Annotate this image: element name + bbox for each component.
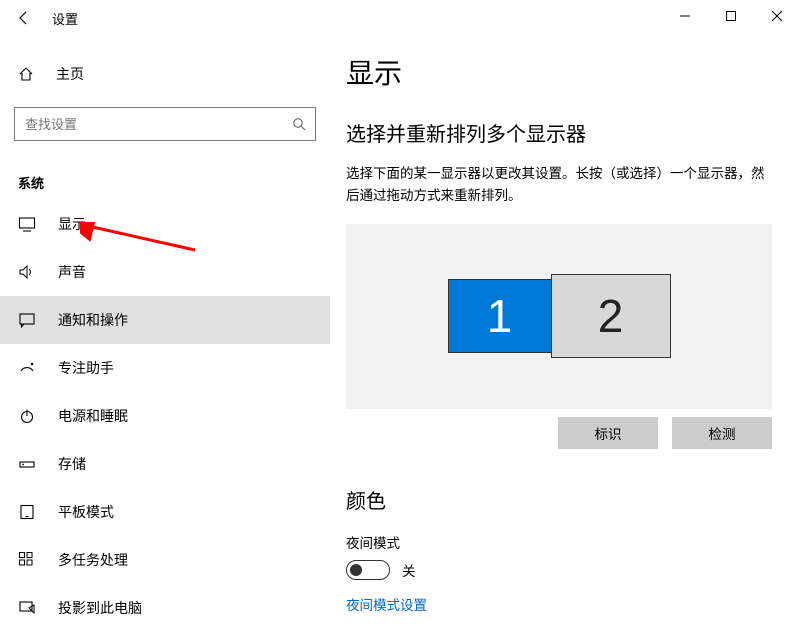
close-button[interactable] <box>754 0 800 32</box>
sidebar-item-tablet-mode[interactable]: 平板模式 <box>0 488 330 536</box>
sidebar-item-label: 专注助手 <box>58 358 114 378</box>
notifications-icon <box>18 311 36 329</box>
color-heading: 颜色 <box>346 485 772 514</box>
monitor-2[interactable]: 2 <box>551 274 671 358</box>
sidebar-item-storage[interactable]: 存储 <box>0 440 330 488</box>
night-light-label: 夜间模式 <box>346 532 772 552</box>
night-light-settings-link[interactable]: 夜间模式设置 <box>346 594 772 614</box>
power-icon <box>18 407 36 425</box>
detect-button[interactable]: 检测 <box>672 417 772 449</box>
sidebar-item-label: 多任务处理 <box>58 550 128 570</box>
sidebar-item-label: 通知和操作 <box>58 310 128 330</box>
display-icon <box>18 215 36 233</box>
page-title: 显示 <box>346 52 772 92</box>
sidebar-item-display[interactable]: 显示 <box>0 200 330 248</box>
monitor-arrangement-canvas[interactable]: 1 2 <box>346 224 772 409</box>
home-label: 主页 <box>56 64 84 84</box>
sidebar: 主页 系统 显示 声音 <box>0 36 330 632</box>
sidebar-item-focus-assist[interactable]: 专注助手 <box>0 344 330 392</box>
arrange-heading: 选择并重新排列多个显示器 <box>346 118 772 147</box>
search-icon <box>292 117 306 131</box>
sidebar-item-label: 显示 <box>58 214 86 234</box>
nav-list: 显示 声音 通知和操作 专注助手 <box>0 200 330 632</box>
monitor-1[interactable]: 1 <box>448 279 552 353</box>
sidebar-item-label: 平板模式 <box>58 502 114 522</box>
section-label: 系统 <box>18 173 330 192</box>
window-title: 设置 <box>52 9 78 28</box>
main-content: 显示 选择并重新排列多个显示器 选择下面的某一显示器以更改其设置。长按（或选择）… <box>330 36 800 632</box>
storage-icon <box>18 455 36 473</box>
identify-button[interactable]: 标识 <box>558 417 658 449</box>
search-input[interactable] <box>14 107 316 141</box>
sidebar-item-label: 声音 <box>58 262 86 282</box>
minimize-button[interactable] <box>662 0 708 32</box>
arrange-description: 选择下面的某一显示器以更改其设置。长按（或选择）一个显示器，然后通过拖动方式来重… <box>346 163 772 208</box>
titlebar: 设置 <box>0 0 800 36</box>
sidebar-item-label: 电源和睡眠 <box>58 406 128 426</box>
sidebar-item-project[interactable]: 投影到此电脑 <box>0 584 330 632</box>
sidebar-item-label: 存储 <box>58 454 86 474</box>
multitasking-icon <box>18 551 36 569</box>
night-light-state: 关 <box>402 560 416 580</box>
home-icon <box>18 66 34 82</box>
sidebar-item-notifications[interactable]: 通知和操作 <box>0 296 330 344</box>
sidebar-item-sound[interactable]: 声音 <box>0 248 330 296</box>
focus-assist-icon <box>18 359 36 377</box>
sidebar-item-power[interactable]: 电源和睡眠 <box>0 392 330 440</box>
window-controls <box>662 0 800 32</box>
project-icon <box>18 599 36 617</box>
sidebar-item-multitasking[interactable]: 多任务处理 <box>0 536 330 584</box>
sound-icon <box>18 263 36 281</box>
night-light-toggle[interactable] <box>346 560 390 580</box>
home-nav[interactable]: 主页 <box>0 56 330 91</box>
back-button[interactable] <box>4 0 44 36</box>
search-box[interactable] <box>14 107 316 141</box>
maximize-button[interactable] <box>708 0 754 32</box>
sidebar-item-label: 投影到此电脑 <box>58 598 142 618</box>
tablet-mode-icon <box>18 503 36 521</box>
